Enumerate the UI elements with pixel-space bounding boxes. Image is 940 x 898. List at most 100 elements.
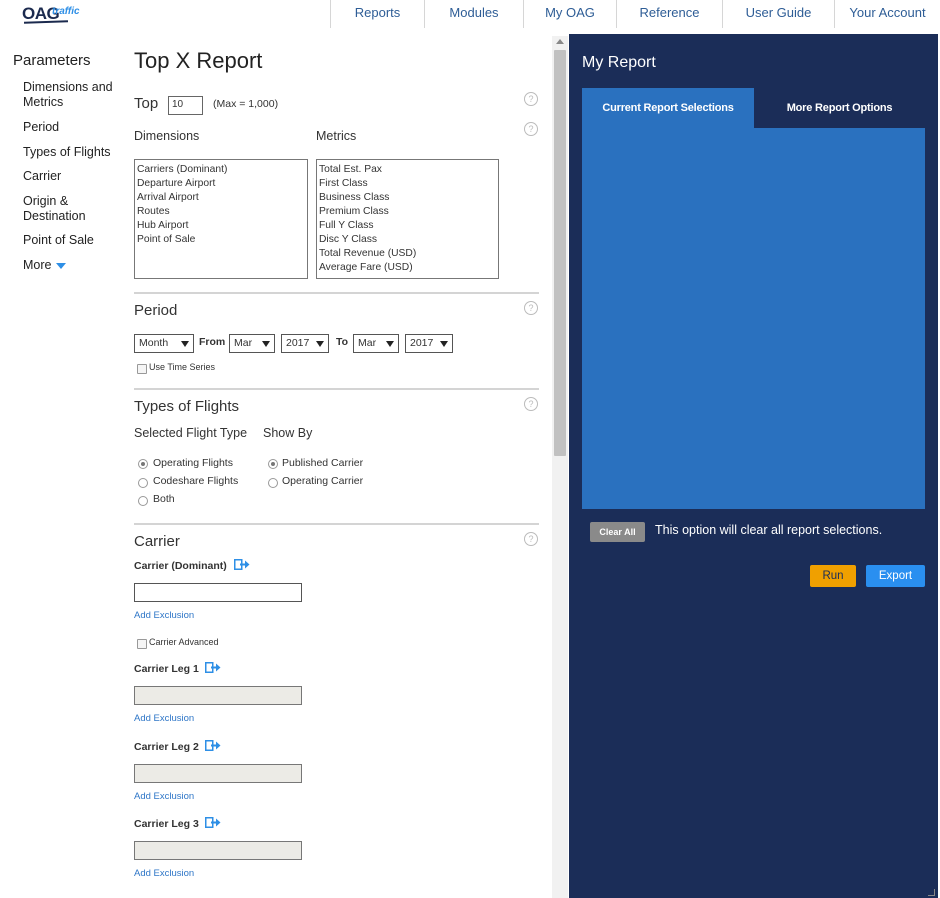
carrier-advanced-checkbox[interactable] — [137, 639, 147, 649]
show-by-label: Show By — [263, 426, 313, 440]
list-item[interactable]: Full Y Class — [319, 219, 496, 233]
current-selections-area — [582, 128, 925, 509]
help-icon[interactable]: ? — [524, 532, 538, 546]
sidebar-item-more[interactable]: More — [23, 258, 123, 273]
operating-flights-radio[interactable] — [138, 459, 148, 469]
tab-current-report-selections[interactable]: Current Report Selections — [582, 88, 754, 128]
flights-title: Types of Flights — [134, 398, 240, 415]
nav-reports[interactable]: Reports — [330, 0, 424, 28]
operating-carrier-radio[interactable] — [268, 478, 278, 488]
my-report-title: My Report — [582, 54, 656, 71]
resize-handle-icon[interactable] — [928, 889, 935, 896]
list-item[interactable]: Disc Y Class — [319, 233, 496, 247]
carrier-dominant-label: Carrier (Dominant) — [134, 560, 227, 572]
list-item[interactable]: Arrival Airport — [137, 191, 305, 205]
main-nav: Reports Modules My OAG Reference User Gu… — [330, 0, 940, 28]
sidebar-item-point-of-sale[interactable]: Point of Sale — [23, 233, 123, 248]
clear-all-button[interactable]: Clear All — [590, 522, 645, 542]
carrier-leg-2-input[interactable] — [134, 764, 302, 783]
help-icon[interactable]: ? — [524, 92, 538, 106]
nav-your-account[interactable]: Your Account — [834, 0, 940, 28]
nav-user-guide[interactable]: User Guide — [722, 0, 834, 28]
period-granularity-select[interactable]: Month — [134, 334, 194, 353]
add-exclusion-link[interactable]: Add Exclusion — [134, 713, 194, 724]
more-label: More — [23, 258, 52, 272]
help-icon[interactable]: ? — [524, 397, 538, 411]
nav-modules[interactable]: Modules — [424, 0, 523, 28]
top-max-note: (Max = 1,000) — [213, 98, 279, 110]
operating-carrier-label: Operating Carrier — [282, 475, 364, 487]
open-selector-icon[interactable] — [205, 740, 221, 751]
list-item[interactable]: Business Class — [319, 191, 496, 205]
published-carrier-radio[interactable] — [268, 459, 278, 469]
scroll-thumb[interactable] — [554, 50, 566, 456]
dropdown-arrow-icon — [316, 341, 324, 347]
carrier-leg-1-input[interactable] — [134, 686, 302, 705]
open-selector-icon[interactable] — [205, 817, 221, 828]
list-item[interactable]: Total Est. Pax — [319, 163, 496, 177]
export-button[interactable]: Export — [866, 565, 925, 587]
carrier-title: Carrier — [134, 533, 180, 550]
nav-my-oag[interactable]: My OAG — [523, 0, 616, 28]
list-item[interactable]: Routes — [137, 205, 305, 219]
add-exclusion-link[interactable]: Add Exclusion — [134, 791, 194, 802]
to-year-select[interactable]: 2017 — [405, 334, 453, 353]
add-exclusion-link[interactable]: Add Exclusion — [134, 610, 194, 621]
top-label: Top — [134, 95, 159, 112]
sidebar-item-period[interactable]: Period — [23, 120, 123, 135]
list-item[interactable]: Hub Airport — [137, 219, 305, 233]
dropdown-arrow-icon — [386, 341, 394, 347]
carrier-leg-2-label: Carrier Leg 2 — [134, 741, 199, 753]
metrics-listbox[interactable]: Total Est. Pax First Class Business Clas… — [316, 159, 499, 279]
select-value: 2017 — [286, 337, 310, 349]
top-count-input[interactable]: 10 — [168, 96, 203, 115]
list-item[interactable]: Point of Sale — [137, 233, 305, 247]
codeshare-flights-radio[interactable] — [138, 478, 148, 488]
sidebar-item-carrier[interactable]: Carrier — [23, 169, 123, 184]
list-item[interactable]: Total Revenue (USD) — [319, 247, 496, 261]
time-series-checkbox[interactable] — [137, 364, 147, 374]
sidebar-item-types-of-flights[interactable]: Types of Flights — [23, 145, 123, 160]
list-item[interactable]: Departure Airport — [137, 177, 305, 191]
dropdown-arrow-icon — [262, 341, 270, 347]
help-icon[interactable]: ? — [524, 301, 538, 315]
both-flights-radio[interactable] — [138, 496, 148, 506]
open-selector-icon[interactable] — [234, 559, 250, 570]
run-button[interactable]: Run — [810, 565, 856, 587]
dropdown-arrow-icon — [440, 341, 448, 347]
sidebar-item-dimensions-metrics[interactable]: Dimensions and Metrics — [23, 80, 123, 110]
dimensions-label: Dimensions — [134, 129, 200, 143]
dimensions-listbox[interactable]: Carriers (Dominant) Departure Airport Ar… — [134, 159, 308, 279]
select-value: Mar — [234, 337, 253, 349]
dropdown-arrow-icon — [181, 341, 189, 347]
list-item[interactable]: Premium Class — [319, 205, 496, 219]
open-selector-icon[interactable] — [205, 662, 221, 673]
logo-subtext: traffic — [52, 6, 80, 17]
help-icon[interactable]: ? — [524, 122, 538, 136]
main-scrollbar[interactable] — [552, 36, 568, 898]
clear-all-description: This option will clear all report select… — [655, 523, 883, 537]
to-month-select[interactable]: Mar — [353, 334, 399, 353]
metrics-label: Metrics — [316, 129, 357, 143]
list-item[interactable]: Carriers (Dominant) — [137, 163, 305, 177]
tab-more-report-options[interactable]: More Report Options — [754, 88, 925, 128]
sidebar-item-origin-destination[interactable]: Origin & Destination — [23, 194, 123, 224]
period-title: Period — [134, 302, 178, 319]
section-divider — [134, 292, 539, 294]
nav-reference[interactable]: Reference — [616, 0, 722, 28]
from-year-select[interactable]: 2017 — [281, 334, 329, 353]
list-item[interactable]: First Class — [319, 177, 496, 191]
operating-flights-label: Operating Flights — [153, 457, 233, 469]
page-title: Top X Report — [134, 48, 263, 73]
section-divider — [134, 388, 539, 390]
carrier-leg-3-label: Carrier Leg 3 — [134, 818, 199, 830]
my-report-panel: My Report Current Report Selections More… — [569, 34, 938, 898]
add-exclusion-link[interactable]: Add Exclusion — [134, 868, 194, 879]
list-item[interactable]: Average Fare (USD) — [319, 261, 496, 275]
from-month-select[interactable]: Mar — [229, 334, 275, 353]
sidebar-title: Parameters — [13, 52, 91, 69]
both-flights-label: Both — [153, 493, 175, 505]
scroll-up-icon[interactable] — [556, 39, 564, 44]
carrier-dominant-input[interactable] — [134, 583, 302, 602]
carrier-leg-3-input[interactable] — [134, 841, 302, 860]
